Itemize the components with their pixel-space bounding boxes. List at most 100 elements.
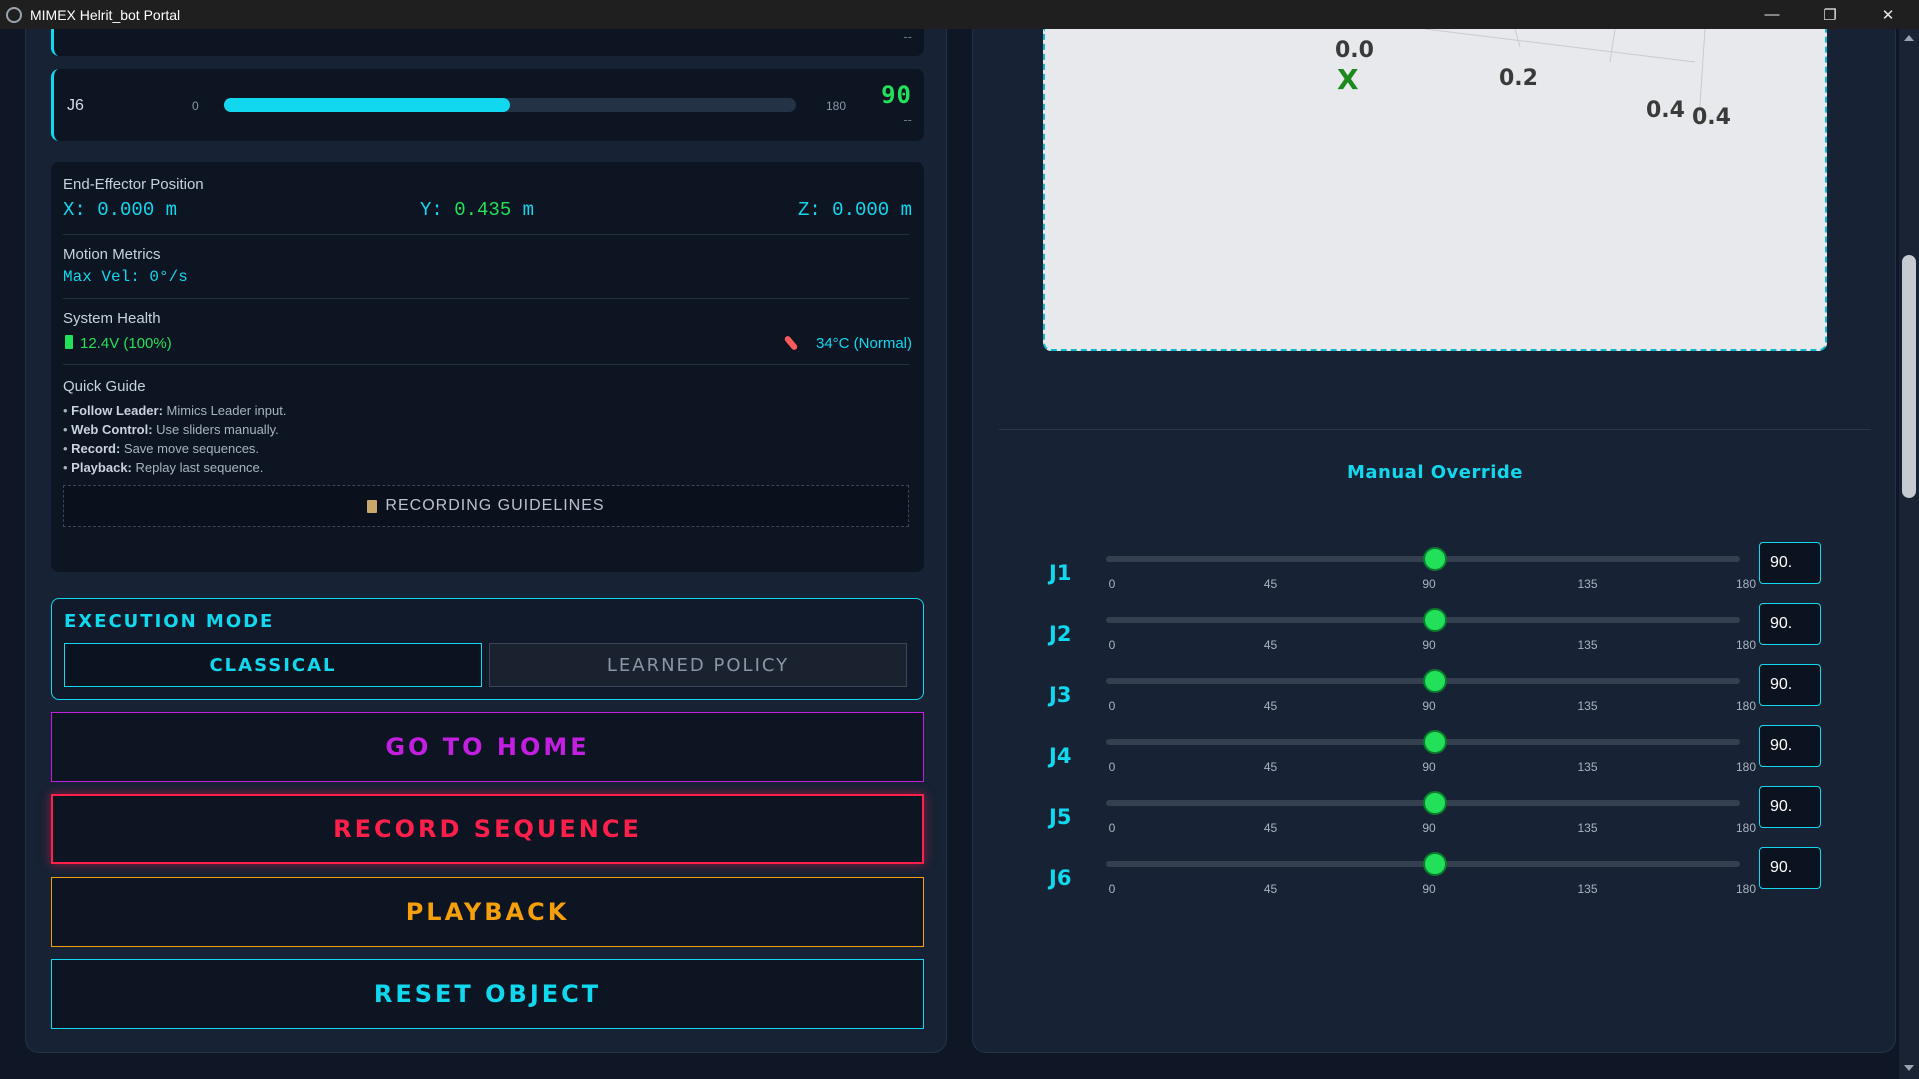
slider-tick-label: 0: [1108, 882, 1116, 896]
motion-metrics-title: Motion Metrics: [63, 246, 161, 263]
battery-status: 12.4V (100%): [80, 335, 172, 352]
close-button[interactable]: ✕: [1859, 0, 1917, 29]
joint-slider-label: J5: [1049, 805, 1072, 829]
slider-tick-label: 90: [1422, 882, 1436, 896]
joint-slider[interactable]: 0 45 90 135 180: [1106, 852, 1756, 896]
title-bar: MIMEX Helrit_bot Portal — ❐ ✕: [0, 0, 1919, 29]
slider-tick-label: 90: [1422, 760, 1436, 774]
joint-slider-row: J6 0 45 90 135 180: [973, 847, 1897, 904]
slider-tick-label: 135: [1577, 760, 1598, 774]
plot-grid: [1424, 29, 1706, 120]
reset-object-button[interactable]: RESET OBJECT: [51, 959, 924, 1029]
joint-slider[interactable]: 0 45 90 135 180: [1106, 730, 1756, 774]
end-effector-y-value: 0.435: [454, 199, 512, 221]
plot-tick-label: 0.0: [1335, 38, 1374, 63]
end-effector-y: Y: 0.435 m: [420, 199, 534, 221]
joint-slider-row: J4 0 45 90 135 180: [973, 725, 1897, 782]
temperature-status: 34°C (Normal): [815, 335, 912, 352]
guide-item: • Playback: Replay last sequence.: [63, 460, 263, 475]
classical-mode-button[interactable]: CLASSICAL: [64, 643, 482, 687]
slider-tick-label: 180: [1735, 638, 1757, 652]
joint-label: J6: [67, 97, 84, 114]
slider-thumb[interactable]: [1423, 791, 1447, 815]
separator: [63, 234, 909, 235]
joint-slider-label: J2: [1049, 622, 1072, 646]
joint-progress-fill: [224, 98, 510, 112]
joint-min: 0: [192, 99, 199, 113]
app-icon: [6, 6, 22, 23]
joint-value-input[interactable]: [1759, 542, 1821, 584]
joint-value-input[interactable]: [1759, 725, 1821, 767]
joint-value-input[interactable]: [1759, 786, 1821, 828]
section-divider: [999, 429, 1871, 430]
joint-value-input[interactable]: [1759, 847, 1821, 889]
battery-icon: [65, 335, 73, 349]
bullet: •: [63, 403, 72, 418]
slider-tick-label: 45: [1263, 699, 1278, 713]
window-title: MIMEX Helrit_bot Portal: [30, 6, 181, 23]
joint-slider-row: J2 0 45 90 135 180: [973, 603, 1897, 660]
scroll-thumb[interactable]: [1902, 255, 1916, 498]
slider-thumb[interactable]: [1423, 547, 1447, 571]
slider-tick-label: 135: [1577, 638, 1598, 652]
minimize-button[interactable]: —: [1743, 0, 1801, 29]
joint-slider[interactable]: 0 45 90 135 180: [1106, 791, 1756, 835]
joint-value-input[interactable]: [1759, 603, 1821, 645]
execution-mode-box: EXECUTION MODE CLASSICAL LEARNED POLICY: [51, 598, 924, 700]
scroll-down-icon[interactable]: [1904, 1065, 1914, 1071]
plot-tick-label: 0.2: [1499, 66, 1538, 91]
recording-guidelines-button[interactable]: RECORDING GUIDELINES: [63, 485, 909, 527]
guide-term: Playback:: [71, 460, 132, 475]
end-effector-y-label: Y:: [420, 199, 455, 221]
quick-guide-title: Quick Guide: [63, 378, 146, 395]
page-scrollbar[interactable]: [1899, 29, 1919, 1079]
slider-thumb[interactable]: [1423, 669, 1447, 693]
slider-tick-label: 45: [1263, 760, 1278, 774]
record-sequence-button[interactable]: RECORD SEQUENCE: [51, 794, 924, 864]
slider-tick-label: 45: [1263, 821, 1278, 835]
guide-term: Web Control:: [71, 422, 153, 437]
guide-term: Follow Leader:: [71, 403, 163, 418]
slider-tick-label: 135: [1577, 699, 1598, 713]
go-to-home-button[interactable]: GO TO HOME: [51, 712, 924, 782]
playback-button[interactable]: PLAYBACK: [51, 877, 924, 947]
workspace-plot[interactable]: 0.0 X 0.2 0.4 0.4: [1043, 29, 1827, 351]
thermometer-icon: [783, 334, 799, 352]
slider-tick-label: 90: [1422, 577, 1436, 591]
slider-thumb[interactable]: [1423, 852, 1447, 876]
slider-tick-label: 180: [1735, 577, 1757, 591]
joint-slider[interactable]: 0 45 90 135 180: [1106, 669, 1756, 713]
joint-slider-label: J6: [1049, 866, 1072, 890]
slider-tick-label: 0: [1108, 577, 1116, 591]
slider-tick-label: 90: [1422, 699, 1436, 713]
joint-progress-bar: [224, 98, 796, 112]
slider-tick-label: 0: [1108, 638, 1116, 652]
slider-tick-label: 45: [1263, 577, 1278, 591]
slider-tick-label: 0: [1108, 760, 1116, 774]
slider-thumb[interactable]: [1423, 608, 1447, 632]
joint-slider-label: J4: [1049, 744, 1072, 768]
maximize-button[interactable]: ❐: [1801, 0, 1859, 29]
slider-tick-label: 180: [1735, 699, 1757, 713]
slider-tick-label: 135: [1577, 821, 1598, 835]
guide-term: Record:: [71, 441, 121, 456]
slider-tick-label: 180: [1735, 882, 1757, 896]
slider-tick-label: 45: [1263, 638, 1278, 652]
slider-tick-label: 0: [1108, 821, 1116, 835]
joint-value-input[interactable]: [1759, 664, 1821, 706]
bullet: •: [63, 441, 72, 456]
clipboard-icon: [367, 499, 378, 513]
slider-tick-label: 180: [1735, 760, 1757, 774]
guide-text: Mimics Leader input.: [162, 403, 287, 418]
learned-policy-mode-button[interactable]: LEARNED POLICY: [489, 643, 907, 687]
joint-slider[interactable]: 0 45 90 135 180: [1106, 608, 1756, 652]
joint-slider[interactable]: 0 45 90 135 180: [1106, 547, 1756, 591]
execution-mode-title: EXECUTION MODE: [64, 611, 275, 632]
guide-item: • Record: Save move sequences.: [63, 441, 259, 456]
scroll-up-icon[interactable]: [1904, 35, 1914, 41]
slider-tick-label: 135: [1577, 577, 1598, 591]
joint-slider-label: J1: [1049, 561, 1072, 585]
end-effector-x: X: 0.000 m: [63, 199, 178, 221]
slider-thumb[interactable]: [1423, 730, 1447, 754]
plot-tick-label: 0.4: [1692, 105, 1731, 130]
